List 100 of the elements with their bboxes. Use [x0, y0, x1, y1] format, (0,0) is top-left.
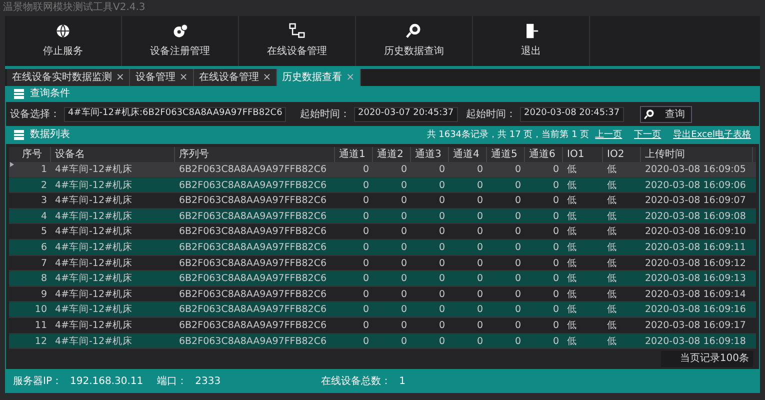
- table-cell-text: 4#车间-12#机床: [54, 318, 134, 333]
- table-row[interactable]: 6 4#车间-12#机床 6B2F063C8A8AA9A97FFB82C6 0 0 0 0 0 0 低 低 2020-03-08 16:09:11: [9, 240, 756, 256]
- table-cell-text: 6B2F063C8A8AA9A97FFB82C6: [178, 272, 328, 286]
- status-label: 服务器IP：: [13, 374, 62, 389]
- table-cell-text: 3: [40, 194, 48, 208]
- tab[interactable]: 历史数据查看 ×: [277, 69, 361, 86]
- table-cell-text: 0: [400, 303, 408, 317]
- table-cell-text: 0: [362, 225, 370, 239]
- table-cell-text: 0: [552, 318, 560, 333]
- table-cell-text: 0: [362, 272, 370, 286]
- table-cell-text: 0: [514, 194, 522, 208]
- export-link[interactable]: 导出Excel电子表格: [673, 130, 751, 140]
- table-cell-text: 0: [476, 334, 484, 348]
- table-cell-text: 低: [566, 240, 578, 255]
- tab[interactable]: 在线设备实时数据监测 ×: [7, 69, 130, 86]
- prev-page-link[interactable]: 上一页: [595, 130, 622, 140]
- next-page-link[interactable]: 下一页: [634, 130, 662, 140]
- table-cell-text: 6: [40, 240, 48, 255]
- window-title: 温景物联网模块测试工具V2.4.3: [2, 0, 146, 15]
- table-cell-text: 0: [362, 256, 370, 270]
- table-cell-text: 0: [552, 210, 560, 224]
- table-cell-text: 7: [40, 256, 48, 270]
- table-row[interactable]: 2 4#车间-12#机床 6B2F063C8A8AA9A97FFB82C6 0 0 0 0 0 0 低 低 2020-03-08 16:09:06: [9, 178, 756, 194]
- table-cell-text: 0: [438, 288, 446, 302]
- table-cell-text: 6B2F063C8A8AA9A97FFB82C6: [178, 210, 328, 224]
- table-row[interactable]: 7 4#车间-12#机床 6B2F063C8A8AA9A97FFB82C6 0 0 0 0 0 0 低 低 2020-03-08 16:09:12: [9, 256, 756, 272]
- table-cell-text: 低: [566, 256, 578, 270]
- dropdown-field[interactable]: 2020-03-07 20:45:37: [354, 106, 458, 122]
- table-cell-text: 0: [476, 303, 484, 317]
- table-cell-text: 0: [362, 240, 370, 255]
- status-label: 在线设备总数：: [321, 374, 392, 389]
- status-value: 192.168.30.11: [70, 374, 144, 389]
- table-cell-text: 0: [476, 225, 484, 239]
- table-cell-text: 0: [400, 256, 408, 270]
- search-icon: [406, 23, 422, 39]
- table-cell-text: 4#车间-12#机床: [54, 334, 134, 348]
- dropdown-field[interactable]: 4#车间-12#机床:6B2F063C8A8AA9A97FFB82C6: [64, 106, 286, 122]
- table-cell-text: 0: [438, 272, 446, 286]
- close-button[interactable]: ×: [179, 70, 188, 85]
- table-cell-text: 0: [476, 178, 484, 192]
- table-cell-text: 0: [514, 163, 522, 177]
- table-cell-text: 低: [566, 194, 578, 208]
- table-row[interactable]: 10 4#车间-12#机床 6B2F063C8A8AA9A97FFB82C6 0 0 0 0 0 0 低 低 2020-03-08 16:09:16: [9, 302, 756, 318]
- table-cell-text: 4: [40, 210, 48, 224]
- table-cell-text: 0: [514, 210, 522, 224]
- table-cell-text: 0: [476, 210, 484, 224]
- table-cell-text: 0: [438, 225, 446, 239]
- table-cell-text: 0: [514, 303, 522, 317]
- table-cell-text: 低: [606, 163, 618, 177]
- table-cell-text: 0: [400, 240, 408, 255]
- table-cell-text: 低: [566, 334, 578, 348]
- table-row[interactable]: 1 4#车间-12#机床 6B2F063C8A8AA9A97FFB82C6 0 0 0 0 0 0 低 低 2020-03-08 16:09:05: [9, 162, 756, 178]
- table-cell-text: 11: [34, 318, 48, 333]
- table-cell-text: 0: [514, 178, 522, 192]
- table-cell-text: 0: [552, 303, 560, 317]
- table-row[interactable]: 5 4#车间-12#机床 6B2F063C8A8AA9A97FFB82C6 0 0 0 0 0 0 低 低 2020-03-08 16:09:10: [9, 224, 756, 240]
- table-cell-text: 低: [606, 178, 618, 192]
- table-cell-text: 6B2F063C8A8AA9A97FFB82C6: [178, 318, 328, 333]
- table-cell-text: 低: [606, 303, 618, 317]
- query-button[interactable]: 查询: [640, 106, 692, 122]
- table-cell-text: 2020-03-08 16:09:07: [644, 194, 747, 208]
- table-cell-text: 低: [606, 288, 618, 302]
- table-row[interactable]: 11 4#车间-12#机床 6B2F063C8A8AA9A97FFB82C6 0 0 0 0 0 0 低 低 2020-03-08 16:09:17: [9, 318, 756, 334]
- table-cell-text: 0: [362, 303, 370, 317]
- table-row[interactable]: 4 4#车间-12#机床 6B2F063C8A8AA9A97FFB82C6 0 0 0 0 0 0 低 低 2020-03-08 16:09:08: [9, 208, 756, 224]
- table-cell-text: 0: [476, 240, 484, 255]
- table-cell-text: 低: [606, 318, 618, 333]
- table-cell-text: 0: [438, 163, 446, 177]
- table-cell-text: 0: [400, 210, 408, 224]
- table-cell-text: 0: [476, 272, 484, 286]
- table-cell-text: 0: [438, 194, 446, 208]
- status-value: 1: [399, 374, 406, 389]
- close-button[interactable]: ×: [262, 70, 272, 85]
- table-cell-text: 0: [362, 288, 370, 302]
- table-cell-text: 0: [438, 210, 446, 224]
- table-cell-text: 2020-03-08 16:09:16: [644, 303, 747, 317]
- table-cell-text: 低: [566, 272, 578, 286]
- table-cell-text: 0: [400, 225, 408, 239]
- table-cell-text: 6B2F063C8A8AA9A97FFB82C6: [178, 225, 328, 239]
- table-cell-text: 低: [566, 318, 578, 333]
- table-cell-text: 0: [514, 288, 522, 302]
- tab[interactable]: 在线设备管理 ×: [194, 69, 278, 86]
- dropdown-field[interactable]: 2020-03-08 20:45:37: [520, 106, 624, 122]
- table-cell-text: 10: [34, 303, 48, 317]
- table-cell-text: 0: [438, 240, 446, 255]
- table-cell-text: 5: [40, 225, 48, 239]
- table-cell-text: 6B2F063C8A8AA9A97FFB82C6: [178, 256, 328, 270]
- table-cell-text: 6B2F063C8A8AA9A97FFB82C6: [178, 194, 328, 208]
- table-row[interactable]: 3 4#车间-12#机床 6B2F063C8A8AA9A97FFB82C6 0 0 0 0 0 0 低 低 2020-03-08 16:09:07: [9, 193, 756, 209]
- close-button[interactable]: ×: [116, 70, 124, 85]
- status-value: 2333: [195, 374, 221, 389]
- table-row[interactable]: 12 4#车间-12#机床 6B2F063C8A8AA9A97FFB82C6 0 0 0 0 0 0 低 低 2020-03-08 16:09:18: [9, 334, 756, 350]
- table-row[interactable]: 8 4#车间-12#机床 6B2F063C8A8AA9A97FFB82C6 0 0 0 0 0 0 低 低 2020-03-08 16:09:13: [9, 271, 756, 287]
- table-row[interactable]: 9 4#车间-12#机床 6B2F063C8A8AA9A97FFB82C6 0 0 0 0 0 0 低 低 2020-03-08 16:09:14: [9, 286, 756, 302]
- tab[interactable]: 设备管理 ×: [130, 69, 194, 86]
- table-cell-text: 低: [606, 225, 618, 239]
- table-cell-text: 2020-03-08 16:09:12: [644, 256, 747, 270]
- table-cell-text: 0: [552, 194, 560, 208]
- table-cell-text: 0: [400, 178, 408, 192]
- table-cell-text: 2020-03-08 16:09:06: [644, 178, 747, 192]
